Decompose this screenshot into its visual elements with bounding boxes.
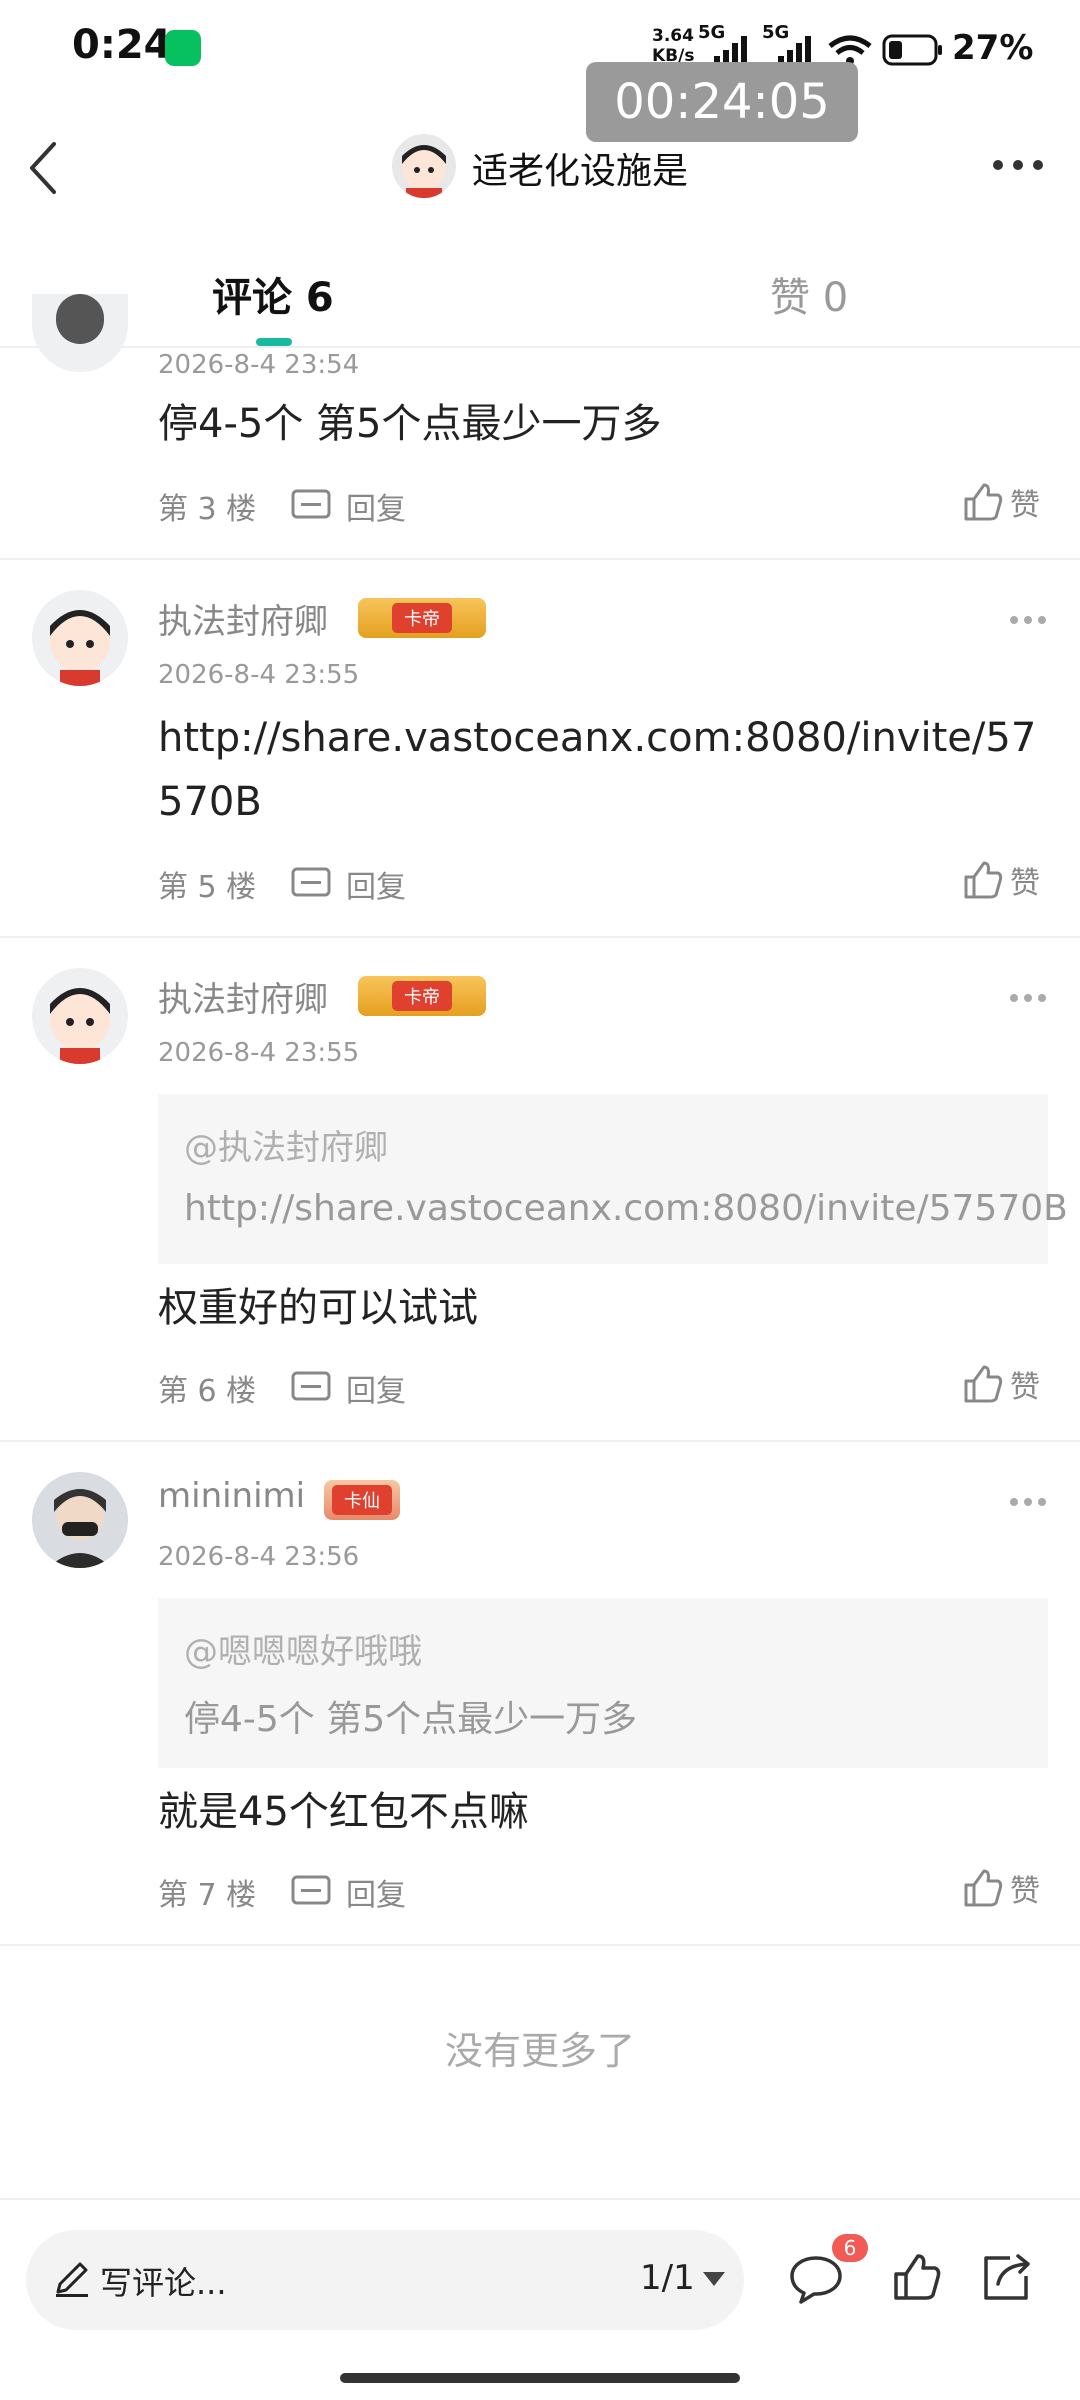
comment-more-button[interactable] <box>1008 990 1048 1006</box>
comment-more-button[interactable] <box>1008 1494 1048 1510</box>
reply-label: 回复 <box>346 1878 406 1913</box>
comment-username[interactable]: mininimi <box>158 1476 305 1516</box>
comment-username[interactable]: 执法封府卿 <box>158 972 328 1021</box>
quoted-text: http://share.vastoceanx.com:8080/invite/… <box>184 1188 1068 1229</box>
comment-avatar[interactable] <box>32 590 128 686</box>
quoted-text: 停4-5个 第5个点最少一万多 <box>184 1699 638 1740</box>
comment-input-placeholder[interactable]: 写评论... <box>100 2258 227 2304</box>
quoted-comment[interactable]: @执法封府卿 http://share.vastoceanx.com:8080/… <box>158 1094 1068 1264</box>
floor-number: 第 3 楼 <box>158 492 257 527</box>
tabs-divider <box>0 346 1080 348</box>
share-icon[interactable] <box>980 2252 1034 2302</box>
comment-username[interactable]: 执法封府卿 <box>158 594 328 643</box>
active-tab-indicator <box>256 338 292 346</box>
more-options-button[interactable] <box>990 150 1046 180</box>
like-label: 赞 <box>1010 1370 1040 1405</box>
post-title: 适老化设施是 <box>472 151 689 192</box>
back-button[interactable] <box>22 138 82 198</box>
tab-comments[interactable]: 评论 6 <box>212 265 334 323</box>
battery-percent: 27% <box>952 28 1034 68</box>
quoted-username: @执法封府卿 <box>184 1128 388 1168</box>
post-author-avatar[interactable] <box>392 134 456 198</box>
reply-bubble-icon <box>291 1875 331 1905</box>
like-button[interactable]: 赞 <box>962 480 1040 524</box>
comment-avatar[interactable] <box>32 294 128 372</box>
floor-number: 第 5 楼 <box>158 870 257 905</box>
home-indicator[interactable] <box>340 2373 740 2383</box>
wechat-notification-icon <box>165 30 201 66</box>
cartoon-avatar-icon <box>50 610 110 686</box>
cartoon-avatar-icon <box>56 294 104 344</box>
no-more-text: 没有更多了 <box>444 2029 635 2073</box>
user-level-badge: 卡帝 <box>358 976 486 1016</box>
badge-label: 卡帝 <box>392 603 452 633</box>
comment-timestamp: 2026-8-4 23:55 <box>158 1038 360 1068</box>
comment-content[interactable]: http://share.vastoceanx.com:8080/invite/… <box>158 706 1048 834</box>
floor-number: 第 6 楼 <box>158 1374 257 1409</box>
cartoon-avatar-icon <box>402 145 446 198</box>
like-button[interactable]: 赞 <box>962 858 1040 902</box>
like-button[interactable]: 赞 <box>962 1362 1040 1406</box>
thumbs-up-icon <box>964 861 1003 899</box>
status-bar: 0:24 3.64 KB/s 5G 5G 27% <box>0 0 1080 100</box>
reply-bubble-icon <box>291 867 331 897</box>
user-level-badge: 卡仙 <box>324 1480 400 1520</box>
comment-count-badge: 6 <box>832 2234 868 2262</box>
comment-timestamp: 2026-8-4 23:55 <box>158 660 360 690</box>
reply-label: 回复 <box>346 1374 406 1409</box>
comment-content: 停4-5个 第5个点最少一万多 <box>158 401 662 447</box>
floor-number: 第 7 楼 <box>158 1878 257 1913</box>
battery-icon <box>882 34 942 66</box>
thumbs-up-icon[interactable] <box>892 2252 942 2302</box>
comment-divider <box>0 558 1080 560</box>
more-dots-icon <box>1010 1498 1046 1506</box>
cartoon-avatar-icon <box>50 988 110 1064</box>
reply-button[interactable]: 回复 <box>290 1870 406 1914</box>
more-dots-icon <box>993 160 1043 170</box>
reply-bubble-icon <box>291 489 331 519</box>
quoted-username: @嗯嗯嗯好哦哦 <box>184 1632 422 1672</box>
user-level-badge: 卡帝 <box>358 598 486 638</box>
more-dots-icon <box>1010 616 1046 624</box>
comment-timestamp: 2026-8-4 23:56 <box>158 1542 360 1572</box>
page-indicator[interactable]: 1/1 <box>640 2258 695 2298</box>
tab-likes[interactable]: 赞 0 <box>770 265 848 323</box>
comment-divider <box>0 1440 1080 1442</box>
comment-divider <box>0 1944 1080 1946</box>
pencil-icon <box>56 2262 88 2297</box>
quoted-comment[interactable]: @嗯嗯嗯好哦哦 停4-5个 第5个点最少一万多 <box>158 1598 1048 1768</box>
recording-timer: 00:24:05 <box>586 62 858 142</box>
reply-button[interactable]: 回复 <box>290 1366 406 1410</box>
like-label: 赞 <box>1010 1874 1040 1909</box>
masked-person-avatar-icon <box>32 1472 128 1568</box>
comment-more-button[interactable] <box>1008 612 1048 628</box>
thumbs-up-icon <box>964 483 1003 521</box>
reply-button[interactable]: 回复 <box>290 862 406 906</box>
more-dots-icon <box>1010 994 1046 1002</box>
comment-timestamp: 2026-8-4 23:54 <box>158 350 360 380</box>
like-label: 赞 <box>1010 488 1040 523</box>
comment-divider <box>0 936 1080 938</box>
thumbs-up-icon <box>964 1365 1003 1403</box>
bottom-bar-divider <box>0 2198 1080 2200</box>
like-label: 赞 <box>1010 866 1040 901</box>
comment-icon[interactable] <box>788 2252 844 2304</box>
badge-label: 卡帝 <box>392 981 452 1011</box>
comment-content: 权重好的可以试试 <box>158 1285 478 1331</box>
comment-content: 就是45个红包不点嘛 <box>158 1789 529 1835</box>
chevron-left-icon <box>30 142 56 194</box>
comment-avatar[interactable] <box>32 1472 128 1568</box>
reply-label: 回复 <box>346 870 406 905</box>
badge-label: 卡仙 <box>332 1485 392 1515</box>
caret-down-icon[interactable] <box>703 2272 725 2288</box>
reply-button[interactable]: 回复 <box>290 484 406 528</box>
thumbs-up-icon <box>964 1869 1003 1907</box>
comment-avatar[interactable] <box>32 968 128 1064</box>
status-time: 0:24 <box>72 22 172 68</box>
reply-bubble-icon <box>291 1371 331 1401</box>
like-button[interactable]: 赞 <box>962 1866 1040 1910</box>
reply-label: 回复 <box>346 492 406 527</box>
